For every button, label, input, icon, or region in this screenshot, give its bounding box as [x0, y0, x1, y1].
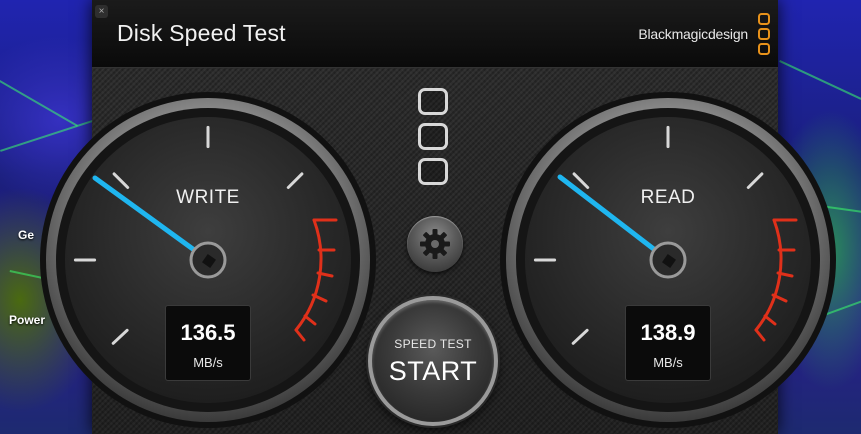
- gear-icon: [420, 229, 450, 259]
- speed-test-start-button[interactable]: SPEED TEST START: [368, 296, 498, 426]
- read-speed-value: 138.9: [640, 320, 696, 345]
- drive-slot[interactable]: [418, 88, 448, 115]
- write-readout: 136.5 MB/s: [165, 305, 251, 381]
- read-speed-unit: MB/s: [653, 355, 683, 370]
- settings-button[interactable]: [407, 216, 463, 272]
- write-speed-value: 136.5: [180, 320, 236, 345]
- drive-slot[interactable]: [418, 158, 448, 185]
- start-button-top-label: SPEED TEST: [394, 337, 472, 351]
- write-gauge: WRITE 136.5 MB/s: [38, 90, 378, 430]
- drive-slots-icon[interactable]: [418, 88, 448, 186]
- close-icon[interactable]: ×: [95, 5, 108, 18]
- write-label: WRITE: [176, 187, 240, 208]
- desktop-icon-label[interactable]: Ge: [18, 228, 34, 242]
- brand-name: Blackmagicdesign: [638, 26, 748, 42]
- title-bar[interactable]: × Disk Speed Test Blackmagicdesign: [92, 0, 778, 68]
- brand-logo-icon: [758, 13, 770, 55]
- app-title: Disk Speed Test: [117, 20, 286, 46]
- drive-slot[interactable]: [418, 123, 448, 150]
- write-speed-unit: MB/s: [193, 355, 223, 370]
- read-readout: 138.9 MB/s: [625, 305, 711, 381]
- start-button-main-label: START: [388, 356, 478, 386]
- read-label: READ: [640, 187, 696, 208]
- read-gauge: READ 138.9 MB/s: [498, 90, 838, 430]
